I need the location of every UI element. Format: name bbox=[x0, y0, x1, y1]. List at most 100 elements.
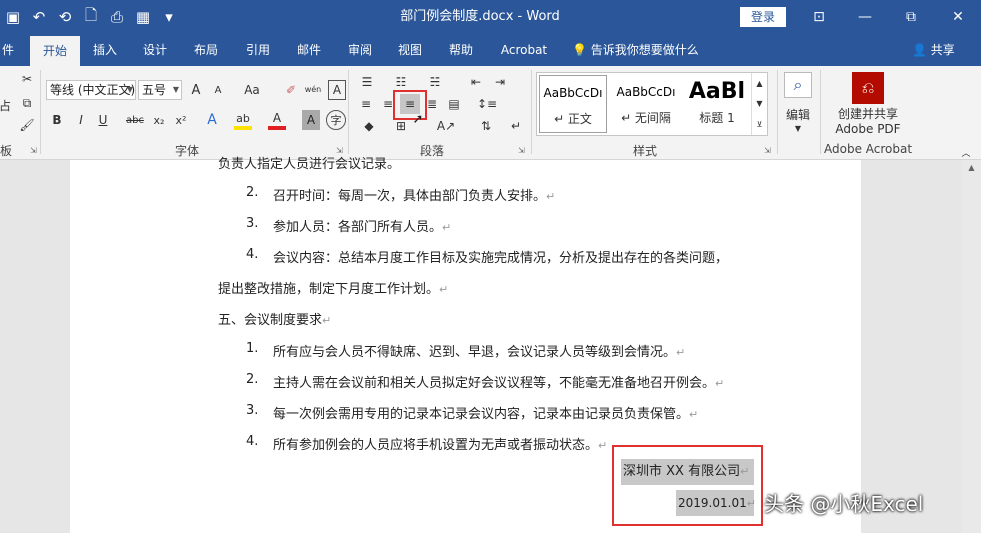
sort-icon[interactable]: ⇅ bbox=[476, 116, 496, 136]
share-button[interactable]: 👤 共享 bbox=[912, 34, 955, 66]
decrease-indent-icon[interactable]: ⇤ bbox=[466, 72, 486, 92]
style-no-spacing[interactable]: AaBbCcDı ↵ 无间隔 bbox=[611, 75, 681, 133]
cut-icon[interactable]: ✂ bbox=[18, 70, 36, 88]
line-text: 提出整改措施，制定下月度工作计划。 bbox=[218, 282, 440, 297]
paragraph-mark: ↵ bbox=[689, 408, 699, 421]
shrink-font-button[interactable]: A bbox=[208, 80, 228, 100]
superscript-button[interactable]: x² bbox=[172, 110, 190, 130]
character-shading-button[interactable]: A bbox=[302, 110, 320, 130]
ribbon-display-options-icon[interactable]: ⊡ bbox=[796, 0, 842, 34]
watermark-text: 头条 @小秋Excel bbox=[764, 492, 924, 516]
font-color-button[interactable]: A bbox=[268, 110, 286, 130]
login-button[interactable]: 登录 bbox=[740, 7, 786, 27]
multilevel-list-icon[interactable]: ☵ bbox=[424, 72, 446, 92]
tab-mailings[interactable]: 邮件 bbox=[288, 34, 330, 66]
gallery-down-icon[interactable]: ▼ bbox=[751, 93, 767, 113]
gallery-more-icon[interactable]: ⊻ bbox=[751, 113, 767, 135]
highlight-button[interactable]: ab bbox=[234, 110, 252, 130]
adobe-pdf-label: Adobe PDF bbox=[835, 122, 901, 136]
format-painter-icon[interactable]: 🖌 bbox=[18, 116, 36, 134]
font-name-value: 等线 (中文正文) bbox=[50, 83, 136, 97]
document-line: 会议内容：总结本月度工作目标及实施完成情况，分析及提出存在的各类问题， bbox=[273, 251, 729, 266]
minimize-icon[interactable]: — bbox=[842, 0, 888, 34]
style-name: 标题 1 bbox=[699, 111, 735, 125]
subscript-button[interactable]: x₂ bbox=[150, 110, 168, 130]
paste-button[interactable]: 占 bbox=[0, 90, 11, 120]
font-size-combo[interactable]: 五号 ▼ bbox=[138, 80, 182, 100]
line-text: 主持人需在会议前和相关人员拟定好会议议程等，不能毫无准备地召开例会。 bbox=[273, 376, 716, 391]
collapse-ribbon-icon[interactable]: ︿ bbox=[958, 146, 974, 159]
restore-icon[interactable]: ⧉ bbox=[888, 0, 934, 34]
clipboard-launcher-icon[interactable]: ⇲ bbox=[30, 146, 37, 155]
tab-help[interactable]: 帮助 bbox=[440, 34, 482, 66]
create-share-button[interactable]: 创建并共享 bbox=[830, 106, 906, 121]
tab-insert[interactable]: 插入 bbox=[84, 34, 126, 66]
close-icon[interactable]: ✕ bbox=[935, 0, 981, 34]
document-line: 召开时间：每周一次，具体由部门负责人安排。↵ bbox=[273, 185, 555, 204]
style-name: ↵ 正文 bbox=[554, 112, 592, 126]
shading-icon[interactable]: ◆ bbox=[356, 116, 382, 136]
line-spacing-icon[interactable]: ↕≡ bbox=[474, 94, 500, 114]
increase-indent-icon[interactable]: ⇥ bbox=[490, 72, 510, 92]
phonetic-guide-button[interactable]: wén bbox=[302, 78, 324, 100]
tab-home[interactable]: 开始 bbox=[30, 36, 80, 66]
gallery-up-icon[interactable]: ▲ bbox=[751, 73, 767, 93]
copy-icon[interactable]: ⧉ bbox=[18, 94, 36, 112]
grow-font-button[interactable]: A bbox=[186, 80, 206, 100]
document-area: 负责人指定人员进行会议记录。 2. 召开时间：每周一次，具体由部门负责人安排。↵… bbox=[0, 157, 981, 533]
bold-button[interactable]: B bbox=[48, 110, 66, 130]
bullets-icon[interactable]: ☰ bbox=[356, 72, 378, 92]
enclose-characters-button[interactable]: 字 bbox=[326, 110, 346, 130]
tab-file[interactable]: 件 bbox=[0, 34, 16, 66]
ribbon: 占 ✂ ⧉ 🖌 板 ⇲ 等线 (中文正文) ▼ 五号 ▼ A A Aa ✐ wé… bbox=[0, 66, 981, 160]
person-icon: 👤 bbox=[912, 43, 927, 57]
vertical-scrollbar[interactable] bbox=[962, 160, 981, 533]
title-bar: ▣ ↶ ⟲ 🗋 ⎙ ▦ ▾ 部门例会制度.docx - Word 登录 ⊡ — … bbox=[0, 0, 981, 34]
find-icon[interactable]: ⌕ bbox=[784, 72, 812, 98]
tab-acrobat[interactable]: Acrobat bbox=[494, 34, 554, 66]
tab-references[interactable]: 引用 bbox=[237, 34, 279, 66]
editing-button[interactable]: 编辑 bbox=[780, 104, 816, 124]
undo-icon[interactable]: ↶ bbox=[26, 0, 52, 34]
paragraph-launcher-icon[interactable]: ⇲ bbox=[518, 146, 525, 155]
text-effects-button[interactable]: A bbox=[202, 110, 222, 130]
table-icon[interactable]: ▦ bbox=[130, 0, 156, 34]
new-document-icon[interactable]: 🗋 bbox=[78, 0, 104, 34]
distributed-icon[interactable]: ▤ bbox=[444, 94, 464, 114]
scroll-up-icon[interactable]: ▲ bbox=[962, 160, 981, 176]
paragraph-mark: ↵ bbox=[439, 283, 449, 296]
redo-icon[interactable]: ⟲ bbox=[52, 0, 78, 34]
tab-layout[interactable]: 布局 bbox=[185, 34, 227, 66]
italic-button[interactable]: I bbox=[72, 110, 90, 130]
styles-launcher-icon[interactable]: ⇲ bbox=[764, 146, 771, 155]
numbering-icon[interactable]: ☷ bbox=[390, 72, 412, 92]
tab-design[interactable]: 设计 bbox=[134, 34, 176, 66]
chinese-layout-icon[interactable]: A↗ bbox=[434, 116, 458, 136]
paragraph-mark: ↵ bbox=[676, 346, 686, 359]
tell-me-search[interactable]: 💡 告诉我你想要做什么 bbox=[572, 34, 699, 66]
section-heading: 五、会议制度要求↵ bbox=[218, 309, 331, 328]
font-name-combo[interactable]: 等线 (中文正文) ▼ bbox=[46, 80, 136, 100]
align-left-icon[interactable]: ≡ bbox=[356, 94, 376, 114]
character-border-button[interactable]: A bbox=[328, 80, 346, 100]
strikethrough-button[interactable]: abc bbox=[124, 110, 146, 130]
acrobat-pdf-icon[interactable]: ⎌ bbox=[852, 72, 884, 104]
styles-group-label: 样式 bbox=[633, 144, 658, 158]
tab-view[interactable]: 视图 bbox=[389, 34, 431, 66]
share-label: 共享 bbox=[930, 43, 955, 57]
tab-review[interactable]: 审阅 bbox=[339, 34, 381, 66]
print-preview-icon[interactable]: ⎙ bbox=[104, 0, 130, 34]
show-marks-icon[interactable]: ↵ bbox=[506, 116, 526, 136]
style-heading-1[interactable]: AaBl 标题 1 bbox=[685, 75, 749, 133]
annotation-highlight-frame bbox=[612, 445, 763, 526]
quick-access-toolbar: ▣ ↶ ⟲ 🗋 ⎙ ▦ ▾ bbox=[0, 0, 182, 34]
document-title: 部门例会制度.docx - Word bbox=[400, 9, 560, 24]
customize-qat-icon[interactable]: ▾ bbox=[156, 0, 182, 34]
list-number: 4. bbox=[246, 247, 259, 262]
style-normal[interactable]: AaBbCcDı ↵ 正文 bbox=[539, 75, 607, 133]
underline-button[interactable]: U bbox=[94, 110, 112, 130]
change-case-button[interactable]: Aa bbox=[238, 80, 266, 100]
acrobat-group-label: Adobe Acrobat bbox=[824, 142, 913, 156]
save-icon[interactable]: ▣ bbox=[0, 0, 26, 34]
clear-formatting-icon[interactable]: ✐ bbox=[282, 80, 300, 100]
